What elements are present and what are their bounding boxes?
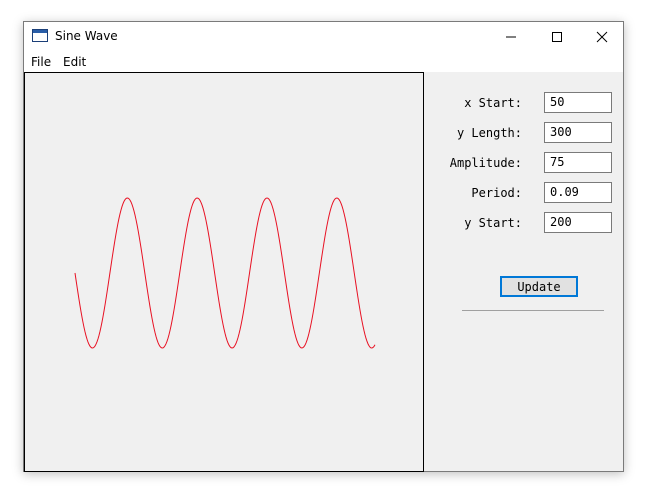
menu-edit[interactable]: Edit [63, 55, 86, 69]
sine-wave-line [74, 197, 376, 349]
y-length-label: y Length: [456, 126, 522, 140]
sine-wave-plot [74, 197, 376, 349]
period-input[interactable]: 0.09 [544, 182, 612, 203]
window-title: Sine Wave [55, 29, 118, 43]
y-start-label: y Start: [464, 216, 522, 230]
sine-wave-window: Sine Wave File Edit x Start: 50 y Length… [23, 21, 624, 472]
maximize-icon [552, 32, 562, 42]
update-button[interactable]: Update [500, 276, 578, 297]
close-button[interactable] [579, 22, 625, 52]
app-window-icon [32, 29, 48, 42]
y-length-input[interactable]: 300 [544, 122, 612, 143]
title-bar[interactable]: Sine Wave [24, 22, 623, 52]
menu-file[interactable]: File [31, 55, 51, 69]
maximize-button[interactable] [534, 22, 580, 52]
amplitude-label: Amplitude: [449, 156, 522, 170]
y-start-input[interactable]: 200 [544, 212, 612, 233]
drawing-canvas[interactable] [24, 72, 424, 472]
minimize-icon [506, 36, 516, 38]
separator-line [462, 310, 604, 311]
period-label: Period: [471, 186, 522, 200]
close-icon [596, 31, 608, 43]
amplitude-input[interactable]: 75 [544, 152, 612, 173]
x-start-label: x Start: [464, 96, 522, 110]
x-start-input[interactable]: 50 [544, 92, 612, 113]
minimize-button[interactable] [488, 22, 534, 52]
menu-bar: File Edit [24, 52, 623, 72]
